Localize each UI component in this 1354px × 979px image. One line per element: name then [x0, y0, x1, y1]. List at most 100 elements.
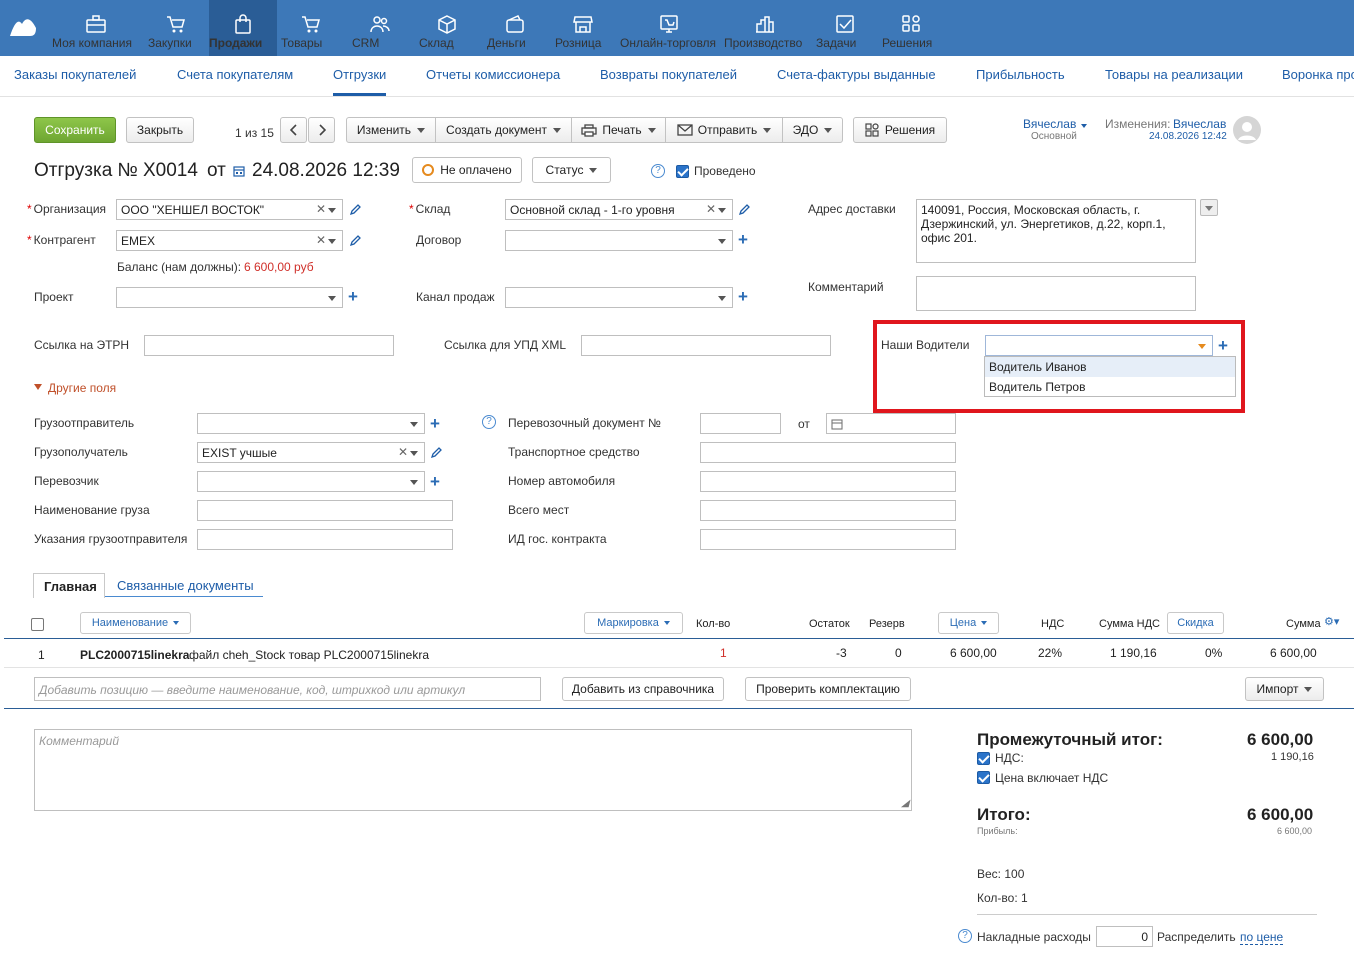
- col-marking-button[interactable]: Маркировка: [584, 612, 683, 634]
- print-button[interactable]: Печать: [571, 117, 666, 143]
- vehicle-input[interactable]: [700, 442, 956, 463]
- channel-select[interactable]: [505, 287, 733, 308]
- add-carrier-icon[interactable]: +: [430, 473, 440, 490]
- import-button[interactable]: Импорт: [1245, 677, 1324, 701]
- add-contract-icon[interactable]: +: [738, 231, 748, 248]
- create-document-button[interactable]: Создать документ: [435, 117, 572, 143]
- calendar-icon[interactable]: [831, 418, 843, 430]
- subnav-shipments[interactable]: Отгрузки: [333, 67, 386, 82]
- nav-my-company[interactable]: Моя компания: [52, 0, 140, 56]
- price-incl-vat-checkbox[interactable]: [977, 771, 990, 784]
- nav-tasks[interactable]: Задачи: [816, 0, 874, 56]
- overhead-input[interactable]: 0: [1096, 926, 1153, 947]
- logo-icon[interactable]: [8, 14, 38, 38]
- add-from-catalog-button[interactable]: Добавить из справочника: [562, 677, 724, 701]
- distribute-by-price-link[interactable]: по цене: [1240, 930, 1284, 945]
- check-kit-button[interactable]: Проверить комплектацию: [745, 677, 911, 701]
- subnav-sales-funnel[interactable]: Воронка продаж: [1282, 67, 1354, 82]
- nav-goods[interactable]: Товары: [281, 0, 341, 56]
- address-textarea[interactable]: 140091, Россия, Московская область, г. Д…: [916, 199, 1196, 263]
- clear-icon[interactable]: ✕: [706, 202, 716, 216]
- col-price-button[interactable]: Цена: [938, 612, 999, 634]
- row-product-code[interactable]: PLC2000715linekra: [80, 648, 189, 662]
- nav-crm[interactable]: CRM: [352, 0, 408, 56]
- row-price[interactable]: 6 600,00: [950, 646, 997, 660]
- subnav-profitability[interactable]: Прибыльность: [976, 67, 1065, 82]
- clear-icon[interactable]: ✕: [316, 202, 326, 216]
- other-fields-toggle[interactable]: Другие поля: [48, 381, 116, 395]
- status-button[interactable]: Статус: [532, 157, 611, 183]
- next-button[interactable]: [308, 117, 335, 143]
- nav-purchases[interactable]: Закупки: [148, 0, 204, 56]
- vat-checkbox[interactable]: [977, 752, 990, 765]
- clear-icon[interactable]: ✕: [398, 445, 408, 459]
- tab-linked-documents[interactable]: Связанные документы: [117, 578, 254, 593]
- add-position-input[interactable]: Добавить позицию — введите наименование,…: [34, 677, 541, 701]
- etrn-input[interactable]: [144, 335, 394, 356]
- pencil-icon[interactable]: [349, 235, 361, 247]
- carrier-select[interactable]: [197, 471, 425, 492]
- chevron-down-icon[interactable]: [410, 480, 418, 485]
- drivers-select[interactable]: [985, 335, 1213, 356]
- chevron-down-icon[interactable]: [1081, 124, 1087, 128]
- project-select[interactable]: [116, 287, 343, 308]
- nav-solutions[interactable]: Решения: [882, 0, 940, 56]
- nav-sales[interactable]: Продажи: [209, 0, 277, 56]
- calendar-icon[interactable]: [233, 165, 245, 177]
- help-icon[interactable]: ?: [958, 929, 972, 943]
- nav-retail[interactable]: Розница: [555, 0, 611, 56]
- add-shipper-icon[interactable]: +: [430, 415, 440, 432]
- changes-user[interactable]: Вячеслав: [1173, 117, 1226, 131]
- add-channel-icon[interactable]: +: [738, 288, 748, 305]
- driver-option[interactable]: Водитель Иванов: [985, 357, 1235, 377]
- chevron-down-icon[interactable]: [718, 296, 726, 301]
- table-row[interactable]: 1 PLC2000715linekra файл cheh_Stock това…: [4, 639, 1354, 668]
- subnav-customer-invoices[interactable]: Счета покупателям: [177, 67, 293, 82]
- col-name-button[interactable]: Наименование: [80, 612, 191, 634]
- help-icon[interactable]: ?: [651, 164, 665, 178]
- resize-handle-icon[interactable]: ◢: [901, 798, 909, 809]
- row-qty[interactable]: 1: [720, 646, 727, 660]
- transport-doc-date[interactable]: [826, 413, 956, 434]
- subnav-customer-orders[interactable]: Заказы покупателей: [14, 67, 136, 82]
- doc-comment-textarea[interactable]: Комментарий ◢: [34, 729, 912, 811]
- doc-number[interactable]: X0014: [143, 160, 198, 182]
- send-button[interactable]: Отправить: [665, 117, 783, 143]
- solutions-button[interactable]: Решения: [853, 117, 947, 143]
- edit-menu-button[interactable]: Изменить: [346, 117, 436, 143]
- contract-select[interactable]: [505, 230, 733, 251]
- add-driver-icon[interactable]: +: [1218, 337, 1228, 354]
- user-name[interactable]: Вячеслав: [1023, 117, 1076, 131]
- doc-date[interactable]: 24.08.2026 12:39: [252, 160, 400, 182]
- pencil-icon[interactable]: [349, 204, 361, 216]
- nav-money[interactable]: Деньги: [487, 0, 543, 56]
- gear-icon[interactable]: ⚙▾: [1324, 615, 1339, 628]
- car-number-input[interactable]: [700, 471, 956, 492]
- subnav-customer-returns[interactable]: Возвраты покупателей: [600, 67, 737, 82]
- cargo-name-input[interactable]: [197, 500, 453, 521]
- pencil-icon[interactable]: [738, 204, 750, 216]
- contractor-select[interactable]: EMEX ✕: [116, 230, 343, 251]
- chevron-down-icon[interactable]: [1198, 344, 1206, 349]
- pencil-icon[interactable]: [430, 447, 442, 459]
- transport-doc-input[interactable]: [700, 413, 781, 434]
- warehouse-select[interactable]: Основной склад - 1-го уровня ✕: [505, 199, 733, 220]
- chevron-down-icon[interactable]: [328, 208, 336, 213]
- nav-online-trade[interactable]: Онлайн-торговля: [620, 0, 718, 56]
- clear-icon[interactable]: ✕: [316, 233, 326, 247]
- gov-contract-input[interactable]: [700, 529, 956, 550]
- chevron-down-icon[interactable]: [410, 451, 418, 456]
- close-button[interactable]: Закрыть: [126, 117, 194, 143]
- avatar-icon[interactable]: [1233, 116, 1261, 144]
- nav-production[interactable]: Производство: [724, 0, 806, 56]
- chevron-down-icon[interactable]: [718, 208, 726, 213]
- subnav-commission-reports[interactable]: Отчеты комиссионера: [426, 67, 560, 82]
- driver-option[interactable]: Водитель Петров: [985, 377, 1235, 397]
- chevron-down-icon[interactable]: [328, 239, 336, 244]
- payment-status-button[interactable]: Не оплачено: [412, 157, 522, 183]
- comment-textarea[interactable]: [916, 276, 1196, 311]
- upd-input[interactable]: [581, 335, 831, 356]
- shipper-select[interactable]: [197, 413, 425, 434]
- prev-button[interactable]: [280, 117, 307, 143]
- places-input[interactable]: [700, 500, 956, 521]
